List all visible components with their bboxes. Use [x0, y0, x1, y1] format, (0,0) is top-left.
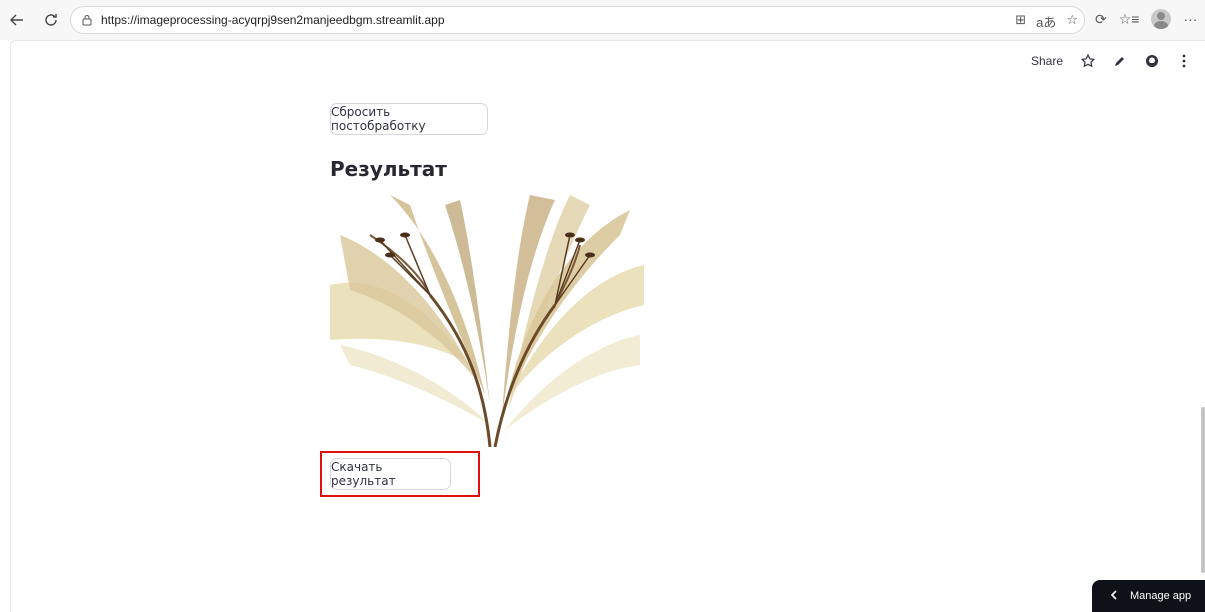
refresh-icon[interactable] [40, 9, 62, 31]
more-menu-icon[interactable]: ··· [1183, 11, 1197, 27]
app-viewport: Share Сбросить постобработку Результат С… [10, 40, 1205, 612]
highlight-annotation [320, 451, 480, 497]
url-text: https://imageprocessing-acyqrpj9sen2manj… [101, 13, 445, 27]
read-aloud-icon[interactable]: aあ [1036, 12, 1056, 31]
favorite-star-icon[interactable]: ☆ [1066, 12, 1078, 31]
lock-icon [81, 13, 95, 27]
result-heading: Результат [330, 157, 447, 181]
scrollbar[interactable] [1201, 407, 1205, 573]
result-image [330, 195, 644, 447]
chevron-left-icon [1110, 589, 1118, 603]
manage-app-button[interactable]: Manage app [1092, 580, 1205, 612]
profile-avatar[interactable] [1151, 9, 1172, 29]
address-bar[interactable]: https://imageprocessing-acyqrpj9sen2manj… [70, 6, 1085, 34]
app-header: Share [1031, 51, 1191, 71]
favorites-list-icon[interactable]: ☆≡ [1119, 11, 1140, 28]
back-icon[interactable] [6, 9, 28, 31]
grid-icon[interactable]: ⊞ [1015, 12, 1026, 31]
browser-toolbar: https://imageprocessing-acyqrpj9sen2manj… [0, 0, 1205, 40]
kebab-menu-icon[interactable] [1177, 54, 1191, 68]
manage-app-label: Manage app [1130, 590, 1192, 602]
reset-postprocessing-button[interactable]: Сбросить постобработку [330, 103, 488, 135]
edit-pencil-icon[interactable] [1113, 54, 1127, 68]
github-icon[interactable] [1145, 54, 1159, 68]
share-link[interactable]: Share [1031, 54, 1063, 68]
extensions-icon[interactable]: ⟳ [1095, 11, 1107, 28]
star-icon[interactable] [1081, 54, 1095, 68]
